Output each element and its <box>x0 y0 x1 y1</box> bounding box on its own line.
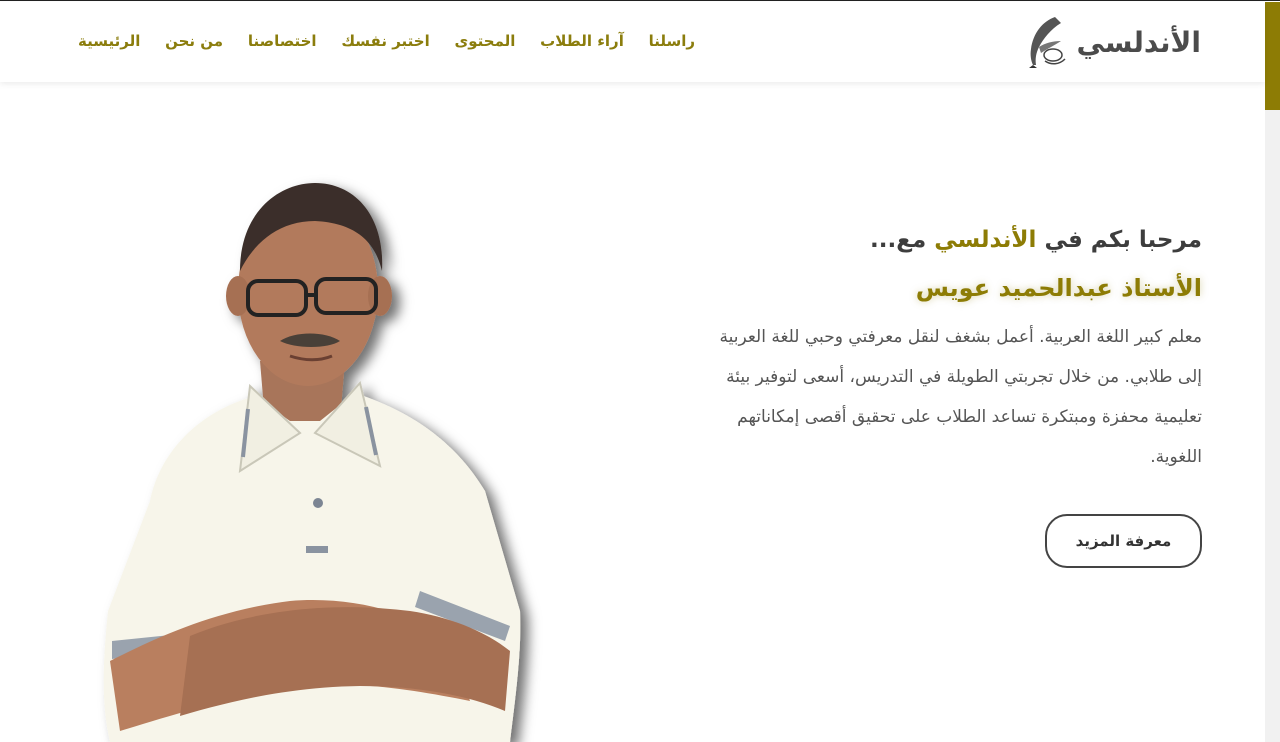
nav-about[interactable]: من نحن <box>165 32 223 50</box>
welcome-suffix: مع... <box>870 227 935 253</box>
welcome-brand: الأندلسي <box>934 227 1037 253</box>
teacher-bio: معلم كبير اللغة العربية. أعمل بشغف لنقل … <box>719 327 1203 467</box>
teacher-portrait <box>103 183 521 742</box>
welcome-prefix: مرحبا بكم في <box>1036 227 1202 253</box>
teacher-name: الأستاذ عبدالحميد عويس <box>915 274 1202 302</box>
nav-specialty[interactable]: اختصاصنا <box>248 32 317 50</box>
learn-more-button[interactable]: معرفة المزيد <box>1045 514 1202 568</box>
quill-feather-icon <box>1028 17 1066 68</box>
nav-content[interactable]: المحتوى <box>455 32 516 50</box>
scrollbar-thumb[interactable] <box>1265 2 1280 110</box>
welcome-heading: مرحبا بكم في الأندلسي مع... <box>692 223 1202 257</box>
site-header: الأندلسي الرئيسية من نحن اختصاصنا اختبر … <box>0 2 1265 82</box>
nav-testimonials[interactable]: آراء الطلاب <box>540 32 624 50</box>
hero-section: مرحبا بكم في الأندلسي مع... الأستاذ عبدا… <box>692 223 1203 477</box>
main-nav: الرئيسية من نحن اختصاصنا اختبر نفسك المح… <box>78 32 695 50</box>
logo-text: الأندلسي <box>1076 25 1201 59</box>
nav-contact[interactable]: راسلنا <box>649 32 695 50</box>
nav-home[interactable]: الرئيسية <box>78 32 140 50</box>
logo[interactable]: الأندلسي <box>1025 14 1201 70</box>
nav-quiz[interactable]: اختبر نفسك <box>341 32 429 50</box>
scrollbar-track[interactable] <box>1265 2 1280 742</box>
